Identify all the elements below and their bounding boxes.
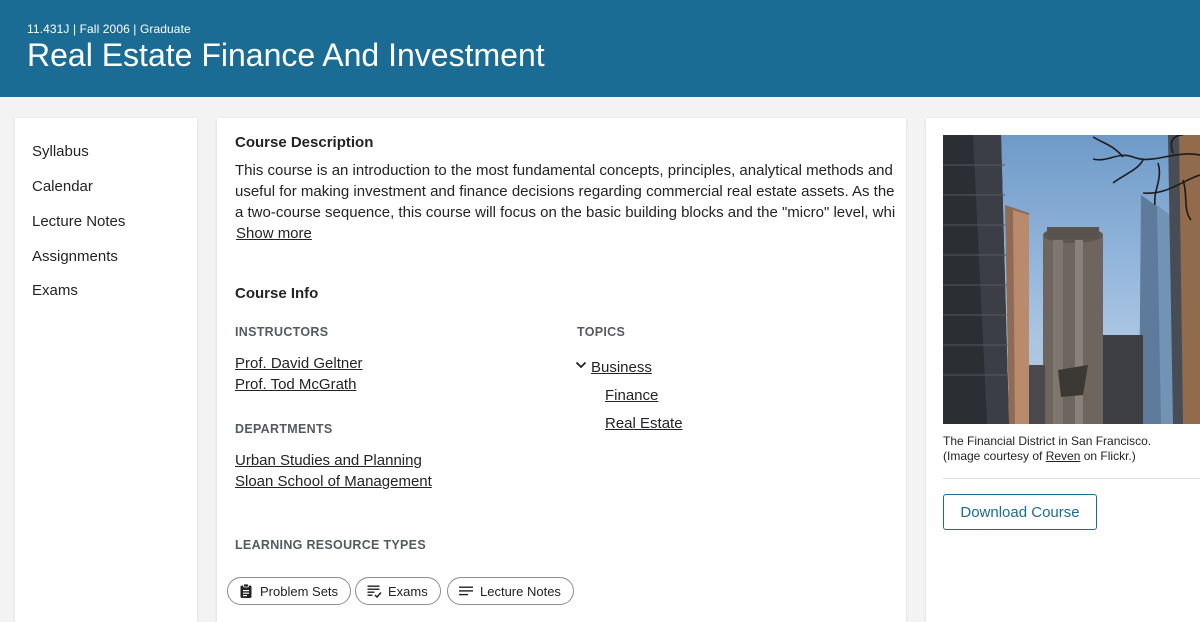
instructors-label: INSTRUCTORS: [235, 325, 329, 339]
chip-label: Problem Sets: [260, 583, 339, 599]
resource-types-label: LEARNING RESOURCE TYPES: [235, 538, 426, 552]
chip-label: Lecture Notes: [480, 583, 561, 599]
topic-real-estate-link[interactable]: Real Estate: [605, 415, 683, 432]
clipboard-icon: [240, 583, 252, 598]
resource-chip-problem-sets[interactable]: Problem Sets: [227, 577, 352, 605]
department-link[interactable]: Urban Studies and Planning: [235, 452, 422, 469]
show-more-link[interactable]: Show more: [236, 225, 312, 242]
course-description-text: This course is an introduction to the mo…: [235, 160, 895, 223]
resource-chip-exams[interactable]: Exams: [355, 577, 441, 605]
caption-text: on Flickr.): [1080, 449, 1136, 463]
topic-business-link[interactable]: Business: [591, 359, 652, 376]
nav-item-exams[interactable]: Exams: [32, 282, 78, 299]
divider: [943, 478, 1200, 479]
nav-item-lecture-notes[interactable]: Lecture Notes: [32, 213, 125, 230]
topic-finance-link[interactable]: Finance: [605, 387, 658, 404]
course-sidebar: The Financial District in San Francisco.…: [926, 118, 1200, 622]
instructor-link[interactable]: Prof. Tod McGrath: [235, 376, 356, 393]
nav-item-assignments[interactable]: Assignments: [32, 248, 118, 265]
course-main: Course Description This course is an int…: [217, 118, 906, 622]
nav-item-calendar[interactable]: Calendar: [32, 178, 93, 195]
page-title: Real Estate Finance And Investment: [27, 37, 545, 73]
chevron-down-icon[interactable]: [575, 359, 587, 371]
resource-chip-lecture-notes[interactable]: Lecture Notes: [447, 577, 574, 605]
description-line: useful for making investment and finance…: [235, 183, 895, 200]
description-line: This course is an introduction to the mo…: [235, 162, 895, 179]
department-link[interactable]: Sloan School of Management: [235, 473, 432, 490]
departments-label: DEPARTMENTS: [235, 422, 333, 436]
caption-text: (Image courtesy of: [943, 449, 1046, 463]
image-caption: The Financial District in San Francisco.…: [943, 434, 1193, 464]
caption-credit: (Image courtesy of Reven on Flickr.): [943, 449, 1193, 464]
download-course-button[interactable]: Download Course: [943, 494, 1097, 530]
course-meta: 11.431J | Fall 2006 | Graduate: [27, 22, 191, 36]
notes-icon: [459, 586, 473, 596]
instructor-link[interactable]: Prof. David Geltner: [235, 355, 363, 372]
nav-item-syllabus[interactable]: Syllabus: [32, 143, 89, 160]
photographer-link[interactable]: Reven: [1046, 449, 1081, 463]
course-image: [943, 135, 1200, 424]
course-description-heading: Course Description: [235, 134, 374, 151]
course-header: 11.431J | Fall 2006 | Graduate Real Esta…: [0, 0, 1200, 97]
checklist-icon: [367, 585, 382, 599]
chip-label: Exams: [388, 583, 428, 599]
course-nav: Syllabus Calendar Lecture Notes Assignme…: [15, 118, 197, 622]
course-info-heading: Course Info: [235, 285, 319, 302]
caption-line: The Financial District in San Francisco.: [943, 434, 1152, 448]
description-line: a two-course sequence, this course will …: [235, 204, 895, 221]
city-skyline-image: [943, 135, 1200, 424]
topics-label: TOPICS: [577, 325, 626, 339]
